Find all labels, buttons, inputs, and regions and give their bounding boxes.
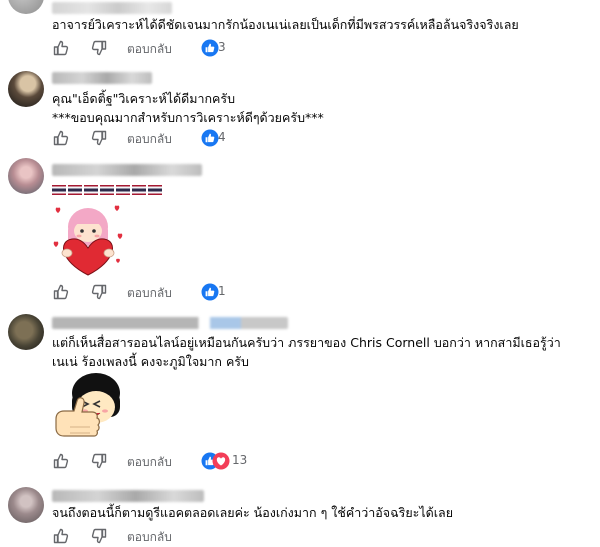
reply-button[interactable]: ตอบกลับ — [127, 528, 172, 547]
reply-button[interactable]: ตอบกลับ — [127, 453, 172, 472]
thailand-flag-icon — [100, 185, 114, 195]
dislike-icon[interactable] — [90, 452, 108, 470]
like-icon[interactable] — [52, 527, 70, 545]
reaction-summary[interactable]: 4 — [201, 129, 231, 147]
thailand-flag-icon — [132, 185, 146, 195]
commenter-name[interactable] — [52, 317, 288, 329]
love-reaction-icon — [212, 452, 230, 470]
dislike-icon[interactable] — [90, 129, 108, 147]
comment-3: ตอบกลับ 1 — [0, 155, 600, 305]
comment-line: แต่ก็เห็นสื่อสารออนไลน์อยู่เหมือนกันครับ… — [52, 335, 561, 350]
comment-actions: ตอบกลับ 4 — [52, 129, 352, 149]
avatar[interactable] — [8, 158, 44, 194]
thailand-flag-icon — [116, 185, 130, 195]
comment-line: เนเน่ ร้องเพลงนี้ คงจะภูมิใจมาก ครับ — [52, 354, 249, 369]
commenter-name[interactable] — [52, 2, 172, 14]
thailand-flag-icon — [68, 185, 82, 195]
comment-actions: ตอบกลับ — [52, 527, 352, 547]
like-reaction-icon — [201, 129, 219, 147]
reaction-count: 4 — [218, 130, 226, 144]
reply-button[interactable]: ตอบกลับ — [127, 284, 172, 303]
comment-1: อาจารย์วิเคราะห์ได้ดีชัดเจนมากรักน้องเนเ… — [0, 0, 600, 66]
like-icon[interactable] — [52, 129, 70, 147]
comment-4: แต่ก็เห็นสื่อสารออนไลน์อยู่เหมือนกันครับ… — [0, 311, 600, 479]
reply-button[interactable]: ตอบกลับ — [127, 130, 172, 149]
dislike-icon[interactable] — [90, 283, 108, 301]
like-icon[interactable] — [52, 283, 70, 301]
reaction-summary[interactable]: 3 — [201, 39, 231, 57]
like-reaction-icon — [201, 283, 219, 301]
comment-text: อาจารย์วิเคราะห์ได้ดีชัดเจนมากรักน้องเนเ… — [52, 15, 519, 34]
comment-actions: ตอบกลับ 13 — [52, 452, 352, 472]
thailand-flag-icon — [148, 185, 162, 195]
thailand-flag-icon — [52, 185, 66, 195]
like-icon[interactable] — [52, 39, 70, 57]
commenter-name[interactable] — [52, 164, 202, 176]
reaction-summary[interactable]: 13 — [201, 452, 248, 470]
thailand-flag-icon — [84, 185, 98, 195]
like-reaction-icon — [201, 39, 219, 57]
heart-hug-sticker[interactable] — [50, 201, 126, 277]
commenter-name[interactable] — [52, 490, 204, 502]
comment-text: แต่ก็เห็นสื่อสารออนไลน์อยู่เหมือนกันครับ… — [52, 333, 561, 371]
thumbs-up-sticker[interactable] — [50, 371, 126, 447]
reaction-summary[interactable]: 1 — [201, 283, 231, 301]
comment-2: คุณ"เอ็ดติ้ฐ"วิเคราะห์ได้ดีมากครับ ***ขอ… — [0, 68, 600, 150]
flag-emoji-row — [52, 185, 162, 195]
reaction-count: 3 — [218, 40, 226, 54]
avatar[interactable] — [8, 314, 44, 350]
comment-actions: ตอบกลับ 1 — [52, 283, 352, 303]
avatar[interactable] — [8, 487, 44, 523]
avatar[interactable] — [8, 71, 44, 107]
comment-line: ***ขอบคุณมากสำหรับการวิเคราะห์ดีๆด้วยครั… — [52, 110, 324, 125]
dislike-icon[interactable] — [90, 39, 108, 57]
reply-button[interactable]: ตอบกลับ — [127, 40, 172, 59]
commenter-name[interactable] — [52, 72, 152, 84]
comment-text: คุณ"เอ็ดติ้ฐ"วิเคราะห์ได้ดีมากครับ ***ขอ… — [52, 89, 324, 127]
reaction-count: 13 — [232, 453, 248, 467]
comment-line: จนถึงตอนนี้ก็ตามดูรีแอคตลอดเลยค่ะ น้องเก… — [52, 505, 454, 520]
comment-text: จนถึงตอนนี้ก็ตามดูรีแอคตลอดเลยค่ะ น้องเก… — [52, 503, 453, 522]
dislike-icon[interactable] — [90, 527, 108, 545]
comment-5: จนถึงตอนนี้ก็ตามดูรีแอคตลอดเลยค่ะ น้องเก… — [0, 484, 600, 544]
comment-actions: ตอบกลับ 3 — [52, 39, 352, 59]
comment-line: อาจารย์วิเคราะห์ได้ดีชัดเจนมากรักน้องเนเ… — [52, 17, 519, 32]
comment-line: คุณ"เอ็ดติ้ฐ"วิเคราะห์ได้ดีมากครับ — [52, 91, 236, 106]
reaction-count: 1 — [218, 284, 226, 298]
avatar[interactable] — [8, 0, 44, 14]
like-icon[interactable] — [52, 452, 70, 470]
